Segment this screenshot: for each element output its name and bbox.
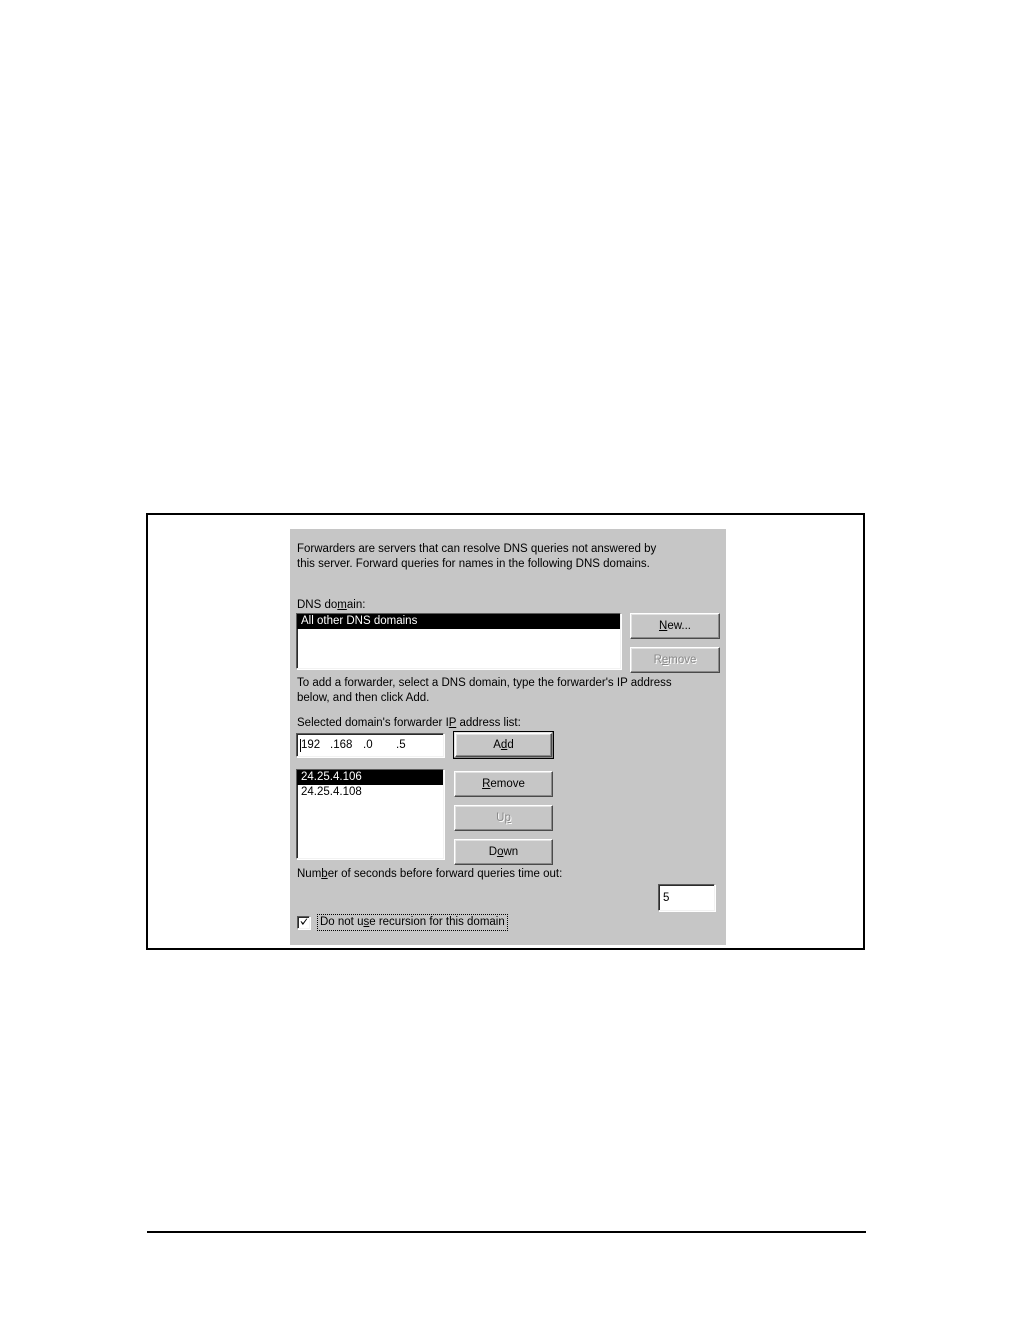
instruction-description: To add a forwarder, select a DNS domain,… <box>297 677 672 704</box>
recursion-label-pre: Do not u <box>320 916 364 928</box>
timeout-input[interactable]: 5 <box>658 884 715 911</box>
forwarder-label-post: address list: <box>456 717 521 729</box>
new-domain-button[interactable]: New... <box>630 613 720 639</box>
dns-forwarders-dialog-panel: Forwarders are servers that can resolve … <box>290 529 726 945</box>
timeout-label: Number of seconds before forward queries… <box>297 867 562 881</box>
timeout-label-post: er of seconds before forward queries tim… <box>327 868 563 880</box>
timeout-label-pre: Num <box>297 868 322 880</box>
list-item[interactable]: All other DNS domains <box>297 614 620 629</box>
down-button-label: Down <box>488 846 519 858</box>
recursion-label-post: e recursion for this domain <box>369 916 505 928</box>
remove-domain-button-label: Remove <box>653 654 697 666</box>
move-up-button[interactable]: Up <box>454 805 553 831</box>
dns-domain-label: DNS domain: <box>297 598 365 612</box>
add-button[interactable]: Add <box>453 731 554 759</box>
dns-domain-label-post: ain: <box>346 599 366 611</box>
list-item[interactable]: 24.25.4.106 <box>297 770 443 785</box>
new-button-label: New... <box>659 620 691 632</box>
no-recursion-checkbox-row[interactable]: Do not use recursion for this domain <box>297 914 508 931</box>
move-down-button[interactable]: Down <box>454 839 553 865</box>
dns-domain-listbox[interactable]: All other DNS domains <box>296 613 621 669</box>
remove-ip-button[interactable]: Remove <box>454 771 553 797</box>
ip-address-input[interactable]: 192 .168 .0 .5 <box>296 733 444 757</box>
intro-description: Forwarders are servers that can resolve … <box>297 543 657 570</box>
figure-frame: Forwarders are servers that can resolve … <box>146 513 865 950</box>
dns-domain-label-accel: m <box>337 599 347 611</box>
ip-octet-4[interactable]: .5 <box>396 737 426 753</box>
no-recursion-checkbox-label[interactable]: Do not use recursion for this domain <box>317 914 508 931</box>
forwarder-label-pre: Selected domain's forwarder I <box>297 717 449 729</box>
forwarder-ip-list-label: Selected domain's forwarder IP address l… <box>297 716 521 730</box>
dns-domain-label-pre: DNS do <box>297 599 338 611</box>
up-button-label: Up <box>496 812 511 824</box>
no-recursion-checkbox[interactable] <box>297 916 310 929</box>
remove-domain-button[interactable]: Remove <box>630 647 720 673</box>
ip-octet-3[interactable]: .0 <box>363 737 396 753</box>
forwarder-ip-listbox[interactable]: 24.25.4.106 24.25.4.108 <box>296 769 444 859</box>
timeout-value[interactable]: 5 <box>659 892 669 904</box>
add-button-face: Add <box>455 733 552 757</box>
ip-octet-2[interactable]: .168 <box>330 737 363 753</box>
up-button-accel: p <box>504 812 511 824</box>
add-button-label: Add <box>493 739 514 751</box>
list-item[interactable]: 24.25.4.108 <box>297 785 443 800</box>
checkmark-icon <box>300 918 308 925</box>
ip-octet-1[interactable]: 192 <box>301 737 330 753</box>
remove-ip-button-label: Remove <box>482 778 525 790</box>
page-footer-rule <box>147 1231 866 1233</box>
